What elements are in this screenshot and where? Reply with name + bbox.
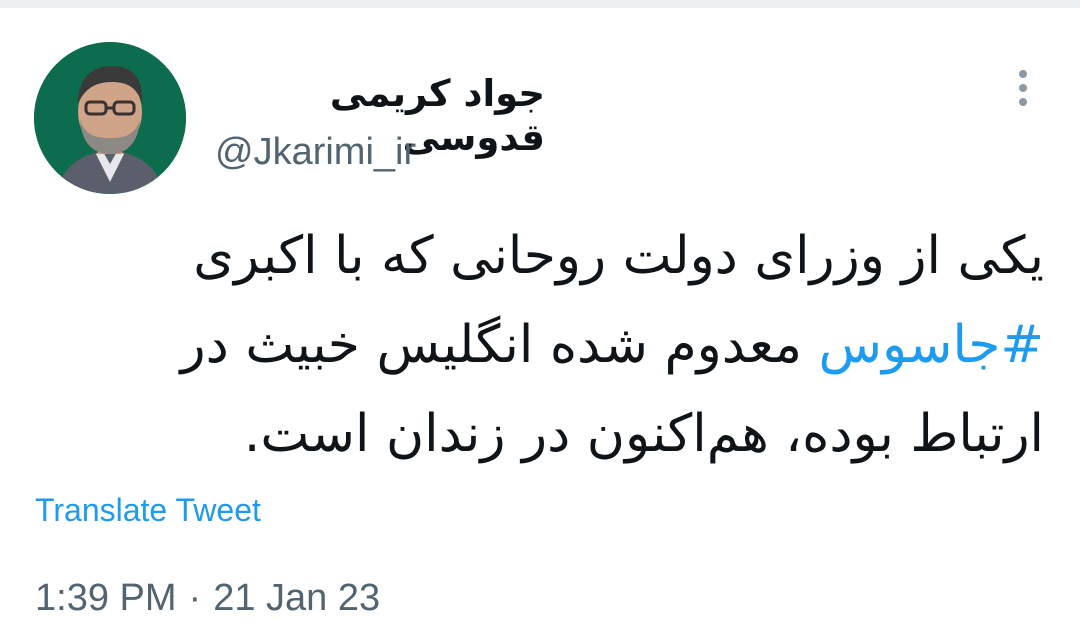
top-divider xyxy=(0,0,1080,8)
tweet-date: 21 Jan 23 xyxy=(213,577,381,619)
tweet-timestamp[interactable]: 1:39 PM · 21 Jan 23 xyxy=(35,575,380,621)
meta-separator: · xyxy=(188,577,202,619)
tweet-text-line-2-rest: معدوم شده انگلیس خبیث در xyxy=(180,315,802,375)
hashtag-link[interactable]: #جاسوس xyxy=(819,315,1044,375)
tweet-text-line-2: #جاسوس معدوم شده انگلیس خبیث در xyxy=(150,301,1044,390)
more-dot xyxy=(1019,70,1027,78)
tweet-text: یکی از وزرای دولت روحانی که با اکبری #جا… xyxy=(150,212,1044,479)
translate-tweet-link[interactable]: Translate Tweet xyxy=(35,490,261,530)
more-dot xyxy=(1019,84,1027,92)
author-handle[interactable]: @Jkarimi_ir xyxy=(215,130,416,174)
tweet-time: 1:39 PM xyxy=(35,577,177,619)
tweet-text-line-1: یکی از وزرای دولت روحانی که با اکبری xyxy=(193,226,1044,286)
avatar-photo xyxy=(34,42,186,194)
tweet-text-line-3: ارتباط بوده، هم‌اکنون در زندان است. xyxy=(243,404,1044,464)
avatar[interactable] xyxy=(34,42,186,194)
more-dot xyxy=(1019,98,1027,106)
more-vertical-icon[interactable] xyxy=(1003,66,1043,110)
